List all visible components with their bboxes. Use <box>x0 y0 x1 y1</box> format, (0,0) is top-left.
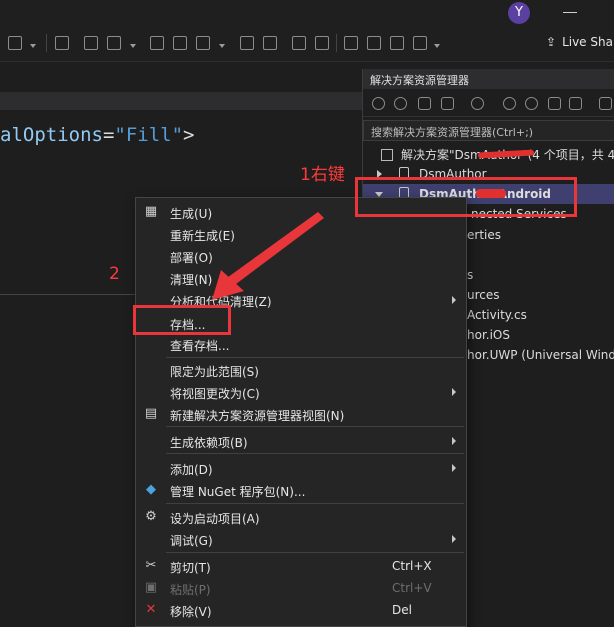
arrow-shaft <box>224 212 324 287</box>
annotation-arrow <box>212 212 324 300</box>
